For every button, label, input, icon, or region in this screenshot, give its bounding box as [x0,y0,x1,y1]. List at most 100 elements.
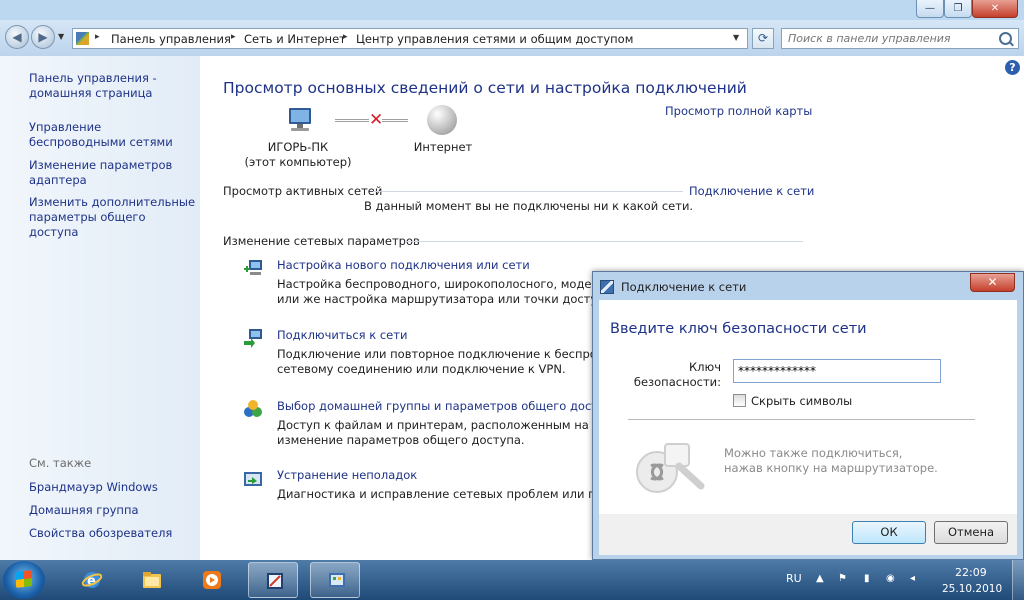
clock-date[interactable]: 25.10.2010 [942,583,1002,595]
view-full-map-link[interactable]: Просмотр полной карты [665,104,812,118]
paint-app-icon [267,573,283,589]
task-connect-network-link[interactable]: Подключиться к сети [277,328,407,342]
sidebar-manage-wireless[interactable]: Управление беспроводными сетями [29,120,197,150]
connect-to-network-link[interactable]: Подключение к сети [689,184,814,198]
page-title: Просмотр основных сведений о сети и наст… [223,79,747,97]
windows-logo-icon [16,570,32,588]
hide-characters-label[interactable]: Скрыть символы [751,394,852,408]
ok-button[interactable]: ОК [852,521,926,544]
media-player-icon [203,571,221,589]
dialog-title: Подключение к сети [621,280,747,294]
cancel-button[interactable]: Отмена [934,521,1008,544]
maximize-button[interactable]: ❐ [944,0,972,18]
language-indicator[interactable]: RU [786,572,802,585]
taskbar-explorer[interactable] [126,562,176,598]
taskbar-app[interactable] [248,562,298,598]
taskbar-ie[interactable]: e [66,562,116,598]
network-link-line [335,119,369,122]
refresh-button[interactable]: ⟳ [752,28,774,49]
internet-label: Интернет [413,140,473,154]
back-button[interactable]: ◀ [5,25,29,49]
breadcrumb-control-panel[interactable]: Панель управления [111,32,231,46]
section-divider [373,191,683,192]
address-dropdown-icon[interactable]: ▼ [733,33,739,42]
dialog-divider [628,419,975,420]
new-connection-icon [244,260,262,275]
see-also-firewall[interactable]: Брандмауэр Windows [29,480,197,495]
battery-icon[interactable]: ▮ [864,573,876,585]
breadcrumb-separator-icon[interactable]: ▸ [95,32,100,42]
breadcrumb-separator-icon[interactable]: ▸ [231,32,236,42]
task-new-connection-link[interactable]: Настройка нового подключения или сети [277,258,530,272]
task-homegroup-desc: Доступ к файлам и принтерам, расположенн… [277,418,597,448]
task-pane: Панель управления - домашняя страница Уп… [0,56,200,560]
help-icon[interactable]: ? [1005,60,1020,75]
task-desc-line: Диагностика и исправление сетевых пробле… [277,487,597,501]
close-button[interactable]: ✕ [972,0,1018,18]
breadcrumb-separator-icon[interactable]: ▸ [343,32,348,42]
computer-subtitle: (этот компьютер) [244,155,352,169]
search-input[interactable] [788,30,988,47]
folder-icon [143,572,161,588]
security-key-input[interactable] [733,359,941,383]
show-desktop-button[interactable] [1012,560,1024,600]
task-desc-line: Настройка беспроводного, широкополосного… [277,277,597,291]
dialog-close-button[interactable]: ✕ [970,273,1015,292]
router-hint-text: Можно также подключиться, нажав кнопку н… [724,446,938,475]
security-key-label: Ключ безопасности: [633,360,721,389]
task-desc-line: Доступ к файлам и принтерам, расположенн… [277,418,597,432]
breadcrumb-network-internet[interactable]: Сеть и Интернет [244,32,346,46]
hide-characters-checkbox[interactable] [733,394,746,407]
task-troubleshoot-link[interactable]: Устранение неполадок [277,468,417,482]
taskbar-media-player[interactable] [186,562,236,598]
task-desc-line: или же настройка маршрутизатора или точк… [277,292,597,306]
search-box[interactable] [781,28,1019,49]
section-divider [405,241,803,242]
change-settings-heading: Изменение сетевых параметров [223,234,420,248]
control-panel-icon [76,32,89,45]
task-new-connection-desc: Настройка беспроводного, широкополосного… [277,277,597,307]
task-homegroup-link[interactable]: Выбор домашней группы и параметров общег… [277,399,619,413]
connect-network-icon [244,329,262,348]
internet-explorer-icon: e [81,572,103,589]
breadcrumb-network-center[interactable]: Центр управления сетями и общим доступом [356,32,633,46]
dialog-footer: ОК Отмена [599,514,1017,555]
network-status-icon[interactable]: ◉ [886,573,898,585]
forward-button[interactable]: ▶ [31,25,55,49]
address-breadcrumb[interactable]: ▸ Панель управления ▸ Сеть и Интернет ▸ … [72,28,748,49]
taskbar: e RU ▲ ⚑ ▮ ◉ ◂ 22:09 25.10.2010 [0,560,1024,600]
see-also-homegroup[interactable]: Домашняя группа [29,503,197,518]
action-center-flag-icon[interactable]: ⚑ [838,573,850,585]
task-desc-line: сетевому соединению или подключение к VP… [277,362,566,376]
task-desc-line: Подключение или повторное подключение к … [277,347,597,361]
sidebar-adapter-settings[interactable]: Изменение параметров адаптера [29,158,197,188]
sidebar-sharing-settings[interactable]: Изменить дополнительные параметры общего… [29,195,197,240]
network-link-line [382,119,408,122]
sidebar-home-link[interactable]: Панель управления - домашняя страница [29,71,197,101]
see-also-internet-options[interactable]: Свойства обозревателя [29,526,197,541]
search-icon[interactable] [999,32,1012,45]
clock-time[interactable]: 22:09 [955,566,987,579]
homegroup-icon [244,400,262,417]
task-troubleshoot-desc: Диагностика и исправление сетевых пробле… [277,487,597,502]
dialog-body: Введите ключ безопасности сети Ключ безо… [599,300,1017,514]
internet-globe-icon [427,105,457,135]
control-panel-icon [329,573,345,587]
window-titlebar: — ❐ ✕ [0,0,1024,20]
minimize-button[interactable]: — [916,0,944,18]
troubleshoot-icon [244,472,262,486]
computer-name: ИГОРЬ-ПК [267,140,329,154]
not-connected-message: В данный момент вы не подключены ни к ка… [364,199,694,213]
see-also-heading: См. также [29,456,92,470]
volume-icon[interactable]: ◂ [910,573,922,585]
start-button[interactable] [3,561,45,599]
network-dialog-icon [600,280,614,294]
taskbar-control-panel[interactable] [310,562,360,598]
navigation-bar: ◀ ▶ ▼ ▸ Панель управления ▸ Сеть и Интер… [0,20,1024,56]
task-desc-line: изменение параметров общего доступа. [277,433,525,447]
active-networks-heading: Просмотр активных сетей [223,184,383,198]
tray-overflow-icon[interactable]: ▲ [816,573,828,585]
task-connect-network-desc: Подключение или повторное подключение к … [277,347,597,377]
dialog-heading: Введите ключ безопасности сети [610,321,867,337]
recent-pages-dropdown-icon[interactable]: ▼ [58,32,64,41]
